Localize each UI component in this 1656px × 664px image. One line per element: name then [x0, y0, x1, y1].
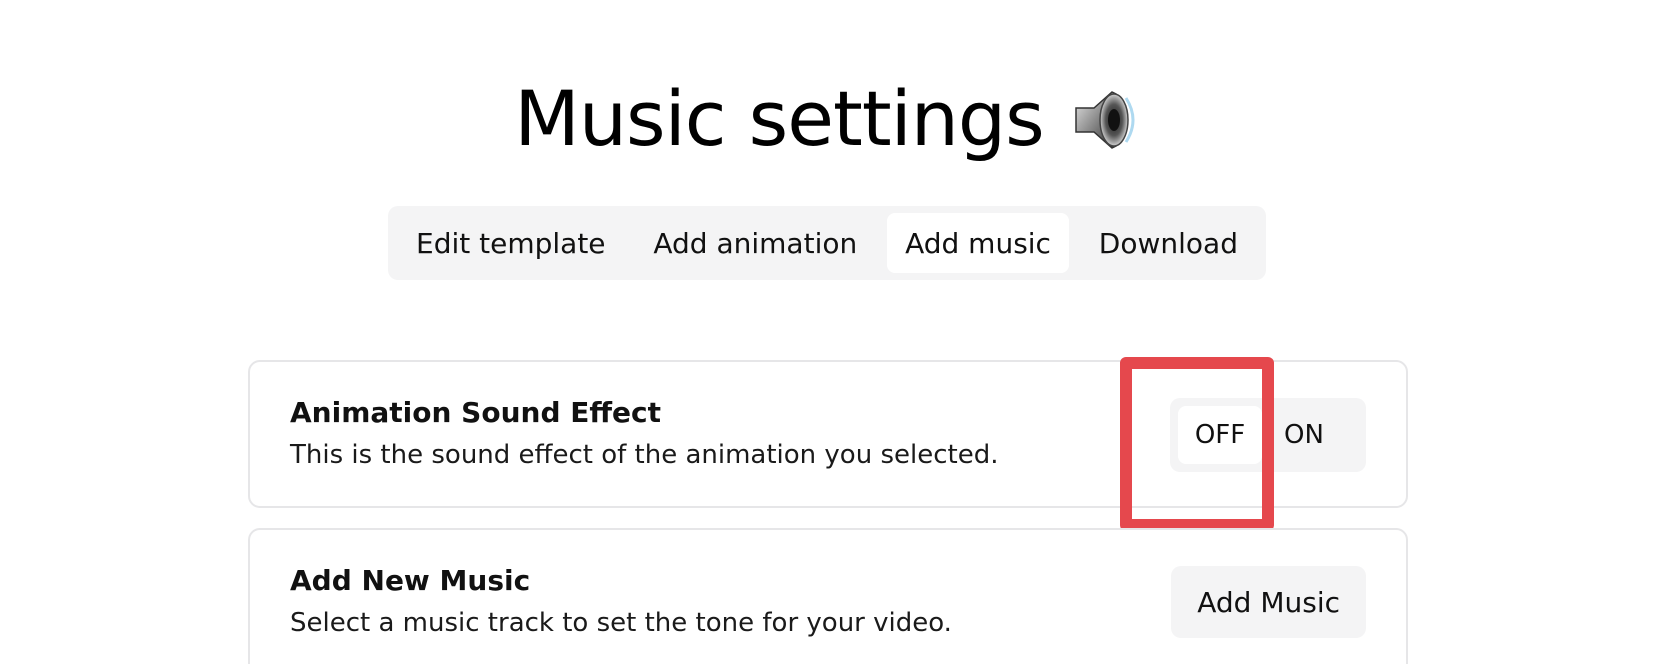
tab-add-animation[interactable]: Add animation — [635, 213, 875, 273]
tab-download[interactable]: Download — [1081, 213, 1256, 273]
sound-effect-title: Animation Sound Effect — [290, 396, 662, 429]
page-header: Music settings — [0, 80, 1656, 158]
music-settings-page: Music settings Edit template Add animati… — [0, 0, 1656, 664]
add-music-button[interactable]: Add Music — [1171, 566, 1366, 638]
toggle-on-option[interactable]: ON — [1262, 406, 1346, 464]
toggle-off-option[interactable]: OFF — [1178, 406, 1262, 464]
page-title: Music settings — [514, 74, 1044, 163]
sound-effect-toggle: OFF ON — [1170, 398, 1366, 472]
speaker-icon — [1064, 80, 1142, 158]
sound-effect-card: Animation Sound Effect This is the sound… — [248, 360, 1408, 508]
sound-effect-description: This is the sound effect of the animatio… — [290, 440, 999, 470]
tab-bar: Edit template Add animation Add music Do… — [388, 206, 1266, 280]
tab-edit-template[interactable]: Edit template — [398, 213, 624, 273]
tab-add-music[interactable]: Add music — [887, 213, 1069, 273]
new-music-description: Select a music track to set the tone for… — [290, 608, 952, 638]
new-music-title: Add New Music — [290, 564, 531, 597]
new-music-card: Add New Music Select a music track to se… — [248, 528, 1408, 664]
